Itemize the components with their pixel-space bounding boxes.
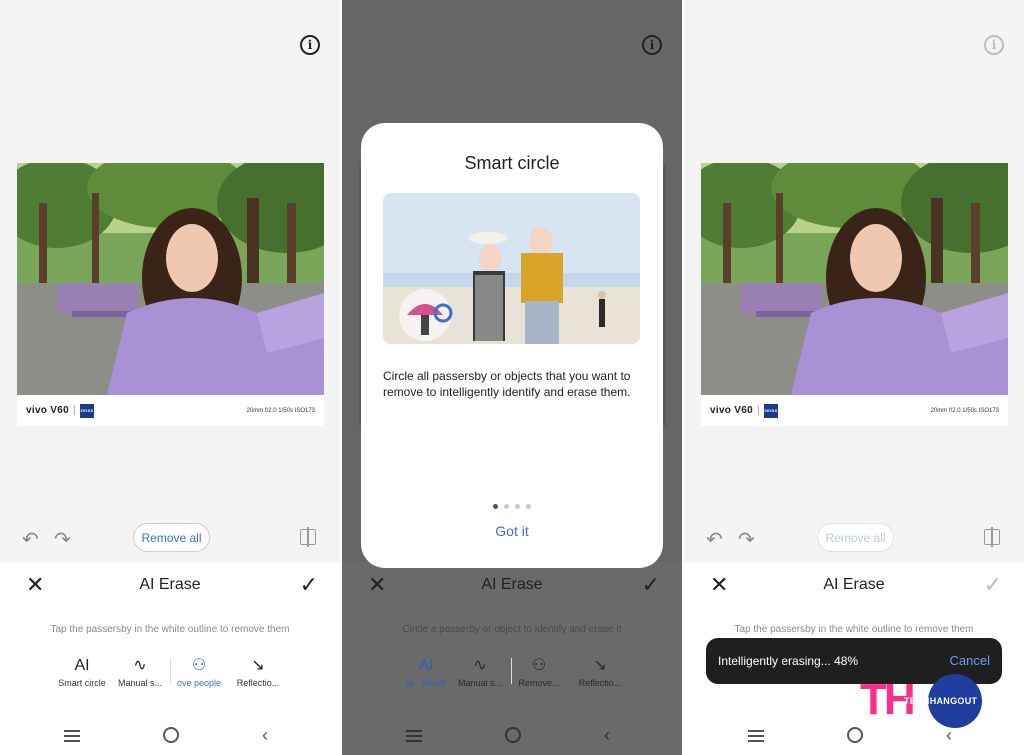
people-icon: ⚇	[531, 657, 547, 674]
compare-icon[interactable]	[300, 527, 316, 547]
recents-icon[interactable]	[64, 730, 80, 742]
page-indicator	[361, 496, 663, 514]
selfie-photo	[17, 163, 324, 395]
watermark-brand: vivo V60 | ZEISS	[710, 403, 778, 418]
redo-icon[interactable]: ↷	[738, 527, 755, 552]
photo-canvas[interactable]	[17, 163, 324, 395]
edit-toolrow: ↶ ↷ Remove all	[684, 523, 1024, 553]
screen-ai-erase-progress: i vivo V60 | ZEISS 20mm f/2.0 1/50s ISO1…	[684, 0, 1024, 755]
confirm-icon[interactable]: ✓	[300, 574, 318, 596]
system-navbar: ‹	[342, 726, 682, 750]
sheet-header: ✕ AI Erase ✓	[0, 574, 340, 598]
redo-icon[interactable]: ↷	[54, 527, 71, 552]
info-icon[interactable]: i	[300, 35, 320, 55]
logo-wordmark: TECHHANGOUT	[904, 696, 978, 706]
dialog-description: Circle all passersby or objects that you…	[383, 369, 631, 399]
confirm-icon[interactable]: ✓	[984, 574, 1002, 596]
undo-icon[interactable]: ↶	[706, 527, 723, 552]
smart-circle-dialog: Smart circle Circle all passersby or obj…	[361, 123, 663, 568]
reflection-icon: ↘	[251, 657, 265, 674]
page-dot[interactable]	[515, 504, 520, 509]
got-it-button[interactable]: Got it	[361, 523, 663, 539]
sheet-title: AI Erase	[481, 576, 543, 593]
photo-card: vivo V60 | ZEISS 20mm f/2.0 1/50s ISO173	[701, 163, 1008, 426]
photo-canvas	[701, 163, 1008, 395]
sheet-hint: Tap the passersby in the white outline t…	[734, 624, 974, 635]
erase-tools: AI Smart circle ∿ Manual s... ⚇ ove peop…	[0, 656, 340, 690]
undo-icon[interactable]: ↶	[22, 527, 39, 552]
tool-reflection[interactable]: ↘ Reflectio...	[565, 656, 635, 688]
watermark-specs: 20mm f/2.0 1/50s ISO173	[930, 407, 999, 414]
cancel-button[interactable]: Cancel	[950, 653, 990, 668]
photo-card: vivo V60 | ZEISS 20mm f/2.0 1/50s ISO173	[17, 163, 324, 426]
sheet-title: AI Erase	[823, 576, 885, 593]
recents-icon[interactable]	[748, 730, 764, 742]
sheet-hint: Tap the passersby in the white outline t…	[50, 624, 290, 635]
dialog-illustration	[383, 193, 640, 344]
techhangout-logo: TH TECHHANGOUT	[860, 672, 988, 730]
screen-ai-erase-initial: i vivo V60 | ZEISS 20mm f/2.0 1/50s ISO1…	[0, 0, 340, 755]
watermark-brand: vivo V60 | ZEISS	[26, 403, 94, 418]
dialog-title: Smart circle	[464, 153, 560, 173]
back-icon[interactable]: ‹	[262, 726, 268, 744]
progress-message: Intelligently erasing... 48%	[718, 654, 859, 668]
back-icon[interactable]: ‹	[604, 726, 610, 744]
recents-icon[interactable]	[406, 730, 422, 742]
sheet-hint: Circle a passerby or object to identify …	[402, 624, 622, 635]
camera-watermark: vivo V60 | ZEISS 20mm f/2.0 1/50s ISO173	[17, 395, 324, 426]
sheet-title: AI Erase	[139, 576, 201, 593]
reflection-icon: ↘	[593, 657, 607, 674]
remove-all-button[interactable]: Remove all	[817, 523, 894, 552]
beach-illustration	[383, 193, 640, 344]
page-dot[interactable]	[493, 504, 498, 509]
home-icon[interactable]	[505, 727, 521, 743]
sheet-header: ✕ AI Erase ✓	[342, 574, 682, 598]
confirm-icon[interactable]: ✓	[642, 574, 660, 596]
sheet-header: ✕ AI Erase ✓	[684, 574, 1024, 598]
edit-toolrow: ↶ ↷ Remove all	[0, 523, 340, 553]
page-dot[interactable]	[526, 504, 531, 509]
tool-reflection[interactable]: ↘ Reflectio...	[223, 656, 293, 688]
compare-icon[interactable]	[984, 527, 1000, 547]
remove-all-button[interactable]: Remove all	[133, 523, 210, 552]
selfie-photo	[701, 163, 1008, 395]
page-dot[interactable]	[504, 504, 509, 509]
system-navbar: ‹	[0, 726, 340, 750]
camera-watermark: vivo V60 | ZEISS 20mm f/2.0 1/50s ISO173	[701, 395, 1008, 426]
erase-tools: AI le Smart ∿ Manual s... ⚇ Remove... ↘ …	[342, 656, 682, 690]
screen-smart-circle-dialog: i ✕ AI Erase ✓ Circle a passerby or obje…	[342, 0, 682, 755]
info-icon[interactable]: i	[984, 35, 1004, 55]
info-icon[interactable]: i	[642, 35, 662, 55]
zeiss-logo-icon: ZEISS	[79, 403, 94, 418]
home-icon[interactable]	[163, 727, 179, 743]
zeiss-logo-icon: ZEISS	[763, 403, 778, 418]
tool-remove-people[interactable]: ⚇ Remove...	[504, 656, 574, 688]
watermark-specs: 20mm f/2.0 1/50s ISO173	[246, 407, 315, 414]
